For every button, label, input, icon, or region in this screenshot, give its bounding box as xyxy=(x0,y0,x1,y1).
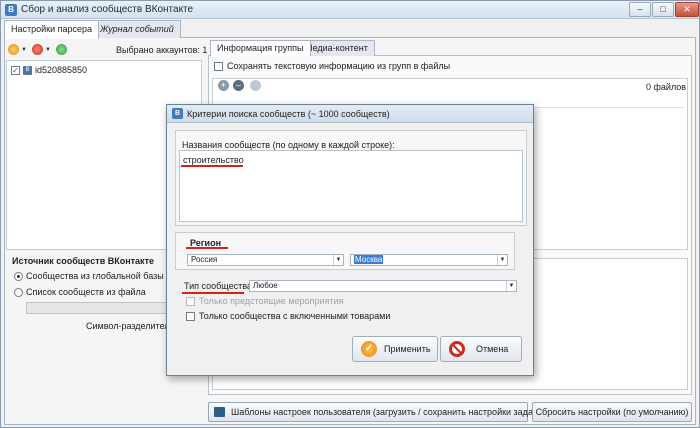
chevron-down-icon[interactable]: ▼ xyxy=(21,47,27,53)
names-label: Названия сообществ (по одному в каждой с… xyxy=(182,140,395,150)
bottom-toolbar: Шаблоны настроек пользователя (загрузить… xyxy=(208,402,692,422)
selected-accounts-count: Выбрано аккаунтов: 1 xyxy=(116,45,208,55)
upcoming-events-checkbox xyxy=(186,297,195,306)
chevron-down-icon[interactable]: ▼ xyxy=(45,47,51,53)
highlight-underline xyxy=(186,247,228,249)
check-icon: ✓ xyxy=(361,341,377,357)
source-global-radio[interactable] xyxy=(14,272,23,281)
settings-icon[interactable] xyxy=(250,80,261,91)
separator-label: Символ-разделитель: xyxy=(86,321,177,331)
city-select[interactable]: Москва ▼ xyxy=(350,254,508,266)
upcoming-events-label: Только предстоящие мероприятия xyxy=(199,296,344,306)
templates-button-label: Шаблоны настроек пользователя (загрузить… xyxy=(231,407,546,417)
save-text-label: Сохранять текстовую информацию из групп … xyxy=(227,61,451,71)
tab-group-info[interactable]: Информация группы xyxy=(210,40,311,56)
dialog-title: Критерии поиска сообществ (~ 1000 сообще… xyxy=(187,109,390,119)
maximize-button[interactable]: □ xyxy=(652,2,674,17)
dialog-icon: В xyxy=(172,108,183,119)
vk-icon: B xyxy=(23,66,32,75)
chevron-down-icon[interactable]: ▼ xyxy=(333,255,343,265)
cancel-button[interactable]: Отмена xyxy=(440,336,522,362)
cancel-button-label: Отмена xyxy=(476,344,509,354)
highlight-underline xyxy=(182,292,244,294)
add-account-icon[interactable] xyxy=(8,44,19,55)
apply-button[interactable]: ✓ Применить xyxy=(352,336,438,362)
remove-account-icon[interactable] xyxy=(32,44,43,55)
country-value: Россия xyxy=(191,255,218,264)
app-icon: В xyxy=(5,4,17,16)
reset-settings-button[interactable]: Сбросить настройки (по умолчанию) xyxy=(532,402,692,422)
source-file-label: Список сообществ из файла xyxy=(26,287,146,297)
apply-button-label: Применить xyxy=(384,344,431,354)
highlight-underline xyxy=(181,165,243,167)
community-type-value: Любое xyxy=(253,281,278,290)
templates-button[interactable]: Шаблоны настроек пользователя (загрузить… xyxy=(208,402,545,422)
window-title: Сбор и анализ сообществ ВКонтакте xyxy=(21,4,194,15)
close-button[interactable]: ✕ xyxy=(675,2,699,17)
community-type-select[interactable]: Любое ▼ xyxy=(249,280,517,292)
title-bar: В Сбор и анализ сообществ ВКонтакте – □ … xyxy=(1,1,699,19)
source-file-radio[interactable] xyxy=(14,288,23,297)
refresh-icon[interactable] xyxy=(56,44,67,55)
files-count: 0 файлов xyxy=(646,82,687,92)
minimize-button[interactable]: – xyxy=(629,2,651,17)
account-checkbox[interactable]: ✓ xyxy=(11,66,20,75)
city-value: Москва xyxy=(354,255,384,264)
add-icon[interactable]: + xyxy=(218,80,229,91)
community-type-label: Тип сообщества: xyxy=(184,281,255,291)
tab-parser-settings[interactable]: Настройки парсера xyxy=(4,20,100,39)
country-select[interactable]: Россия ▼ xyxy=(187,254,344,266)
cancel-icon xyxy=(449,341,465,357)
goods-only-label: Только сообщества с включенными товарами xyxy=(199,311,391,321)
community-names-value: строительство xyxy=(183,155,244,165)
dialog-title-bar: В Критерии поиска сообществ (~ 1000 сооб… xyxy=(167,105,533,123)
templates-icon xyxy=(214,407,225,417)
source-title: Источник сообществ ВКонтакте xyxy=(12,256,154,266)
remove-icon[interactable]: – xyxy=(233,80,244,91)
tab-event-log[interactable]: Журнал событий xyxy=(93,20,181,38)
chevron-down-icon[interactable]: ▼ xyxy=(506,281,516,291)
chevron-down-icon[interactable]: ▼ xyxy=(497,255,507,265)
account-id: id520885850 xyxy=(35,65,88,75)
save-text-checkbox[interactable] xyxy=(214,62,223,71)
goods-only-checkbox[interactable] xyxy=(186,312,195,321)
